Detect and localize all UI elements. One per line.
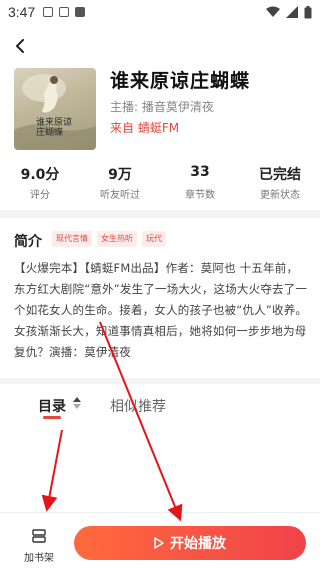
- stat-rating: 9.0分 评分: [0, 164, 80, 201]
- wifi-icon: [266, 6, 280, 17]
- tab-similar[interactable]: 相似推荐: [110, 396, 166, 416]
- tag-chip[interactable]: 现代言情: [52, 231, 92, 247]
- section-divider: [0, 378, 320, 384]
- album-stats: 9.0分 评分 9万 听友听过 33 章节数 已完结 更新状态: [0, 164, 320, 201]
- cover-title-text: 谁来原谅 庄蝴蝶: [36, 118, 73, 138]
- album-title: 谁来原谅庄蝴蝶: [110, 70, 251, 92]
- stat-label: 更新状态: [260, 190, 300, 201]
- section-divider: [0, 210, 320, 218]
- tab-catalog[interactable]: 目录: [38, 396, 66, 416]
- sd-card-icon: [59, 7, 70, 17]
- stat-chapters: 33 章节数: [160, 164, 240, 201]
- stat-value: 33: [190, 164, 210, 180]
- intro-heading: 简介: [14, 234, 42, 250]
- stat-status: 已完结 更新状态: [240, 164, 320, 201]
- album-cover: 谁来原谅 庄蝴蝶: [14, 68, 96, 150]
- start-play-button[interactable]: 开始播放: [74, 526, 306, 560]
- stat-label: 章节数: [185, 190, 215, 201]
- status-right-icons: [266, 5, 312, 19]
- add-to-shelf-button[interactable]: 加书架: [14, 528, 64, 564]
- back-arrow-icon: [16, 39, 24, 53]
- intro-tags: 现代言情 女生热听 玩代: [52, 231, 166, 247]
- annotation-arrow: [41, 429, 63, 512]
- album-source[interactable]: 来自 蜻蜓FM: [110, 119, 179, 136]
- text-notification-icon: [75, 7, 86, 17]
- bookshelf-icon: [32, 529, 46, 543]
- status-time: 3:47: [8, 4, 36, 20]
- stat-label: 听友听过: [100, 190, 140, 201]
- status-bar: 3:47: [0, 0, 320, 24]
- signal-icon: [286, 6, 298, 18]
- stat-value: 9万: [108, 167, 132, 183]
- tag-chip[interactable]: 玩代: [142, 231, 166, 247]
- stat-value: 已完结: [259, 167, 301, 183]
- stat-label: 评分: [30, 190, 50, 201]
- start-play-label: 开始播放: [170, 536, 226, 552]
- play-icon: [154, 537, 164, 549]
- tab-indicator: [43, 416, 61, 419]
- album-host[interactable]: 主播: 播音莫伊清夜: [110, 98, 214, 115]
- stat-listeners: 9万 听友听过: [80, 164, 160, 201]
- notification-icon: [43, 7, 54, 17]
- stat-value: 9.0分: [20, 167, 60, 183]
- sort-icon[interactable]: [73, 397, 81, 409]
- back-button[interactable]: [8, 34, 32, 58]
- intro-text: 【火爆完本】【蜻蜓FM出品】作者：莫阿也 十五年前，东方红大剧院“意外”发生了一…: [14, 261, 308, 359]
- add-to-shelf-label: 加书架: [24, 553, 54, 564]
- battery-icon: [304, 5, 312, 18]
- tag-chip[interactable]: 女生热听: [97, 231, 137, 247]
